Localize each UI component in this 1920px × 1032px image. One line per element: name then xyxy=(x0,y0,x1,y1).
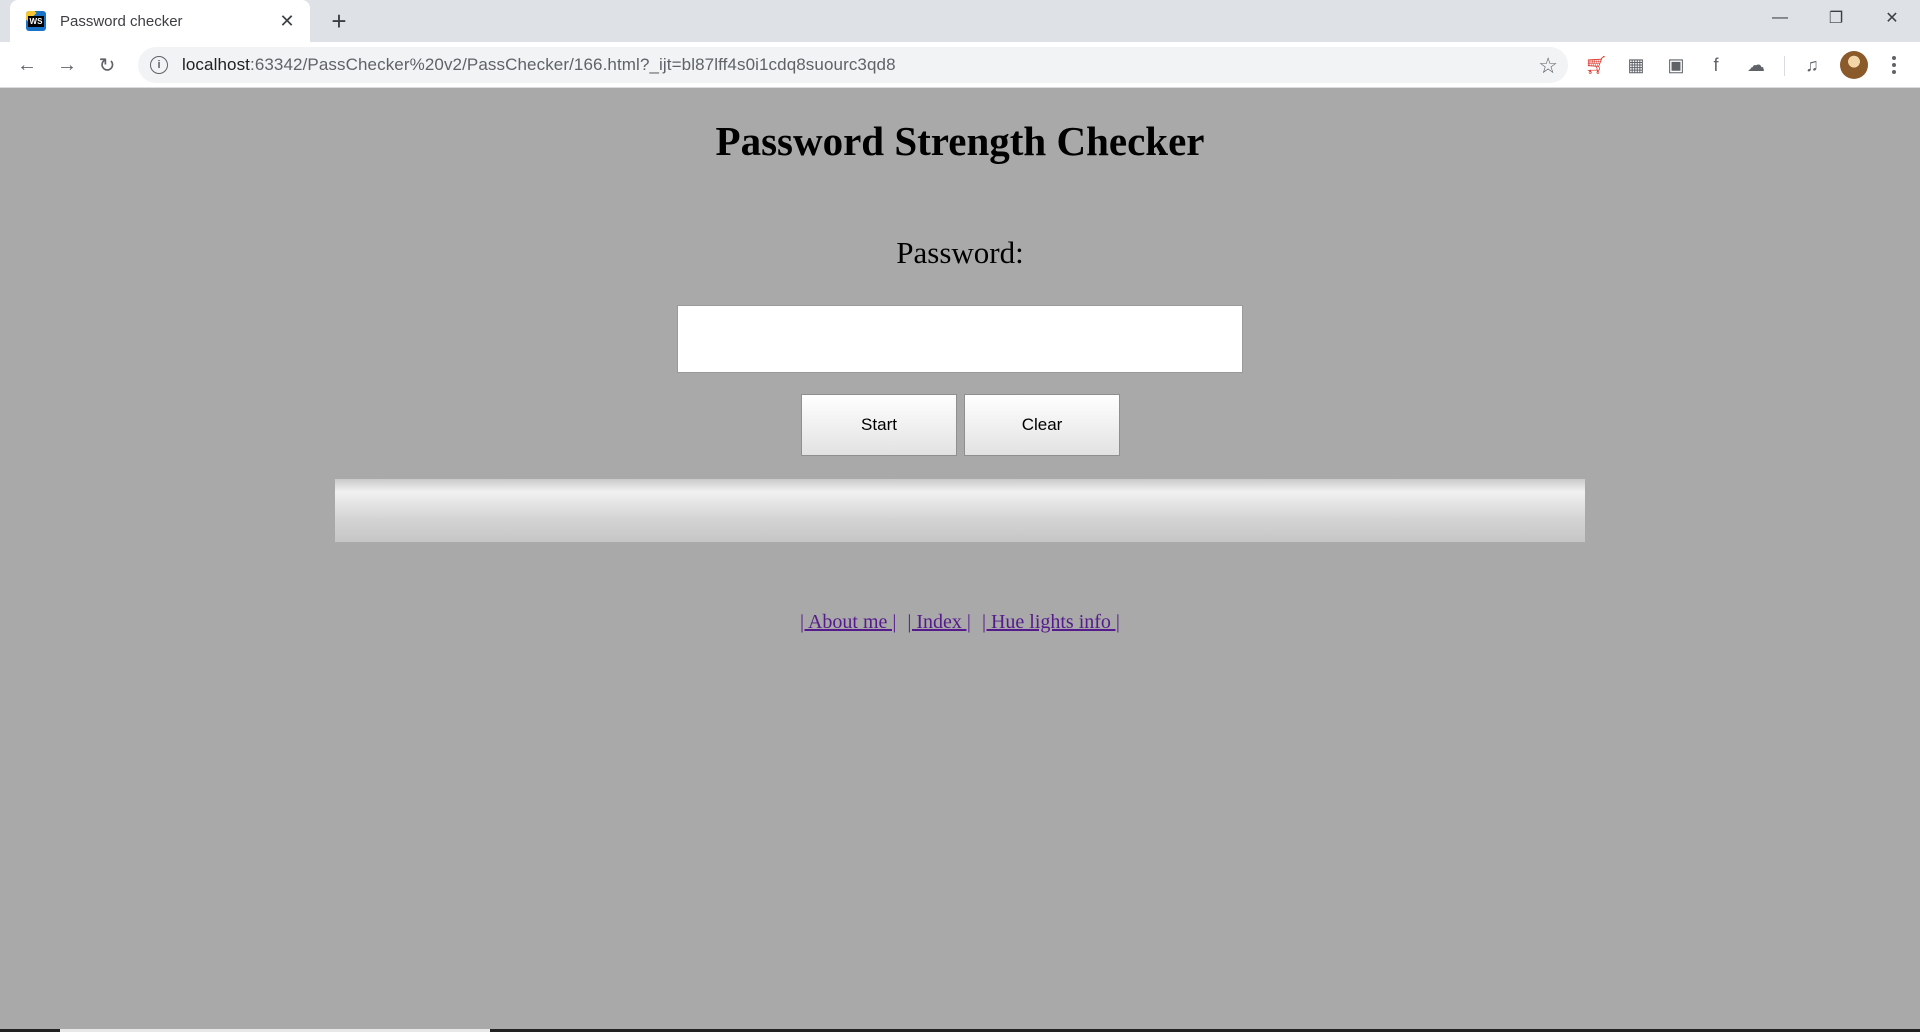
browser-toolbar: ← → ↻ i localhost:63342/PassChecker%20v2… xyxy=(0,42,1920,88)
webstorm-icon: WS xyxy=(26,11,46,31)
password-input[interactable] xyxy=(677,305,1243,373)
clear-button[interactable]: Clear xyxy=(964,394,1120,456)
tab-strip: WS Password checker ✕ + — ❐ ✕ xyxy=(0,0,1920,42)
link-about-me[interactable]: | About me | xyxy=(800,611,896,633)
media-queue-icon[interactable]: ♫ xyxy=(1798,51,1826,79)
bookmark-star-icon[interactable]: ☆ xyxy=(1538,53,1558,79)
page-title: Password Strength Checker xyxy=(715,118,1205,164)
browser-tab[interactable]: WS Password checker ✕ xyxy=(10,0,310,42)
password-label: Password: xyxy=(896,235,1024,270)
page-content: Password Strength Checker Password: Star… xyxy=(0,89,1920,1032)
reload-icon[interactable]: ↻ xyxy=(92,50,122,80)
close-tab-icon[interactable]: ✕ xyxy=(276,10,298,32)
link-hue-lights-info[interactable]: | Hue lights info | xyxy=(982,611,1120,633)
window-controls: — ❐ ✕ xyxy=(1752,0,1920,36)
profile-avatar[interactable] xyxy=(1840,51,1868,79)
cloud-icon[interactable]: ☁ xyxy=(1742,51,1770,79)
url-text[interactable]: localhost:63342/PassChecker%20v2/PassChe… xyxy=(182,55,896,75)
facebook-icon[interactable]: f xyxy=(1702,51,1730,79)
toolbar-divider xyxy=(1784,56,1785,76)
back-icon[interactable]: ← xyxy=(12,50,42,80)
link-index[interactable]: | Index | xyxy=(907,611,971,633)
minimize-icon[interactable]: — xyxy=(1752,0,1808,36)
footer-links: | About me | | Index | | Hue lights info… xyxy=(0,611,1920,634)
restore-icon[interactable]: ❐ xyxy=(1808,0,1864,36)
site-info-icon[interactable]: i xyxy=(150,56,168,74)
address-bar[interactable]: i localhost:63342/PassChecker%20v2/PassC… xyxy=(138,47,1568,83)
cart-icon[interactable]: 🛒︎ xyxy=(1582,51,1610,79)
tab-title: Password checker xyxy=(60,12,183,30)
forward-icon[interactable]: → xyxy=(52,50,82,80)
browser-menu-icon[interactable] xyxy=(1880,51,1908,79)
new-tab-button[interactable]: + xyxy=(324,6,354,36)
close-window-icon[interactable]: ✕ xyxy=(1864,0,1920,36)
strength-meter xyxy=(335,479,1585,542)
k-extension-icon[interactable]: ▣ xyxy=(1662,51,1690,79)
qr-code-icon[interactable]: ▦ xyxy=(1622,51,1650,79)
start-button[interactable]: Start xyxy=(801,394,957,456)
